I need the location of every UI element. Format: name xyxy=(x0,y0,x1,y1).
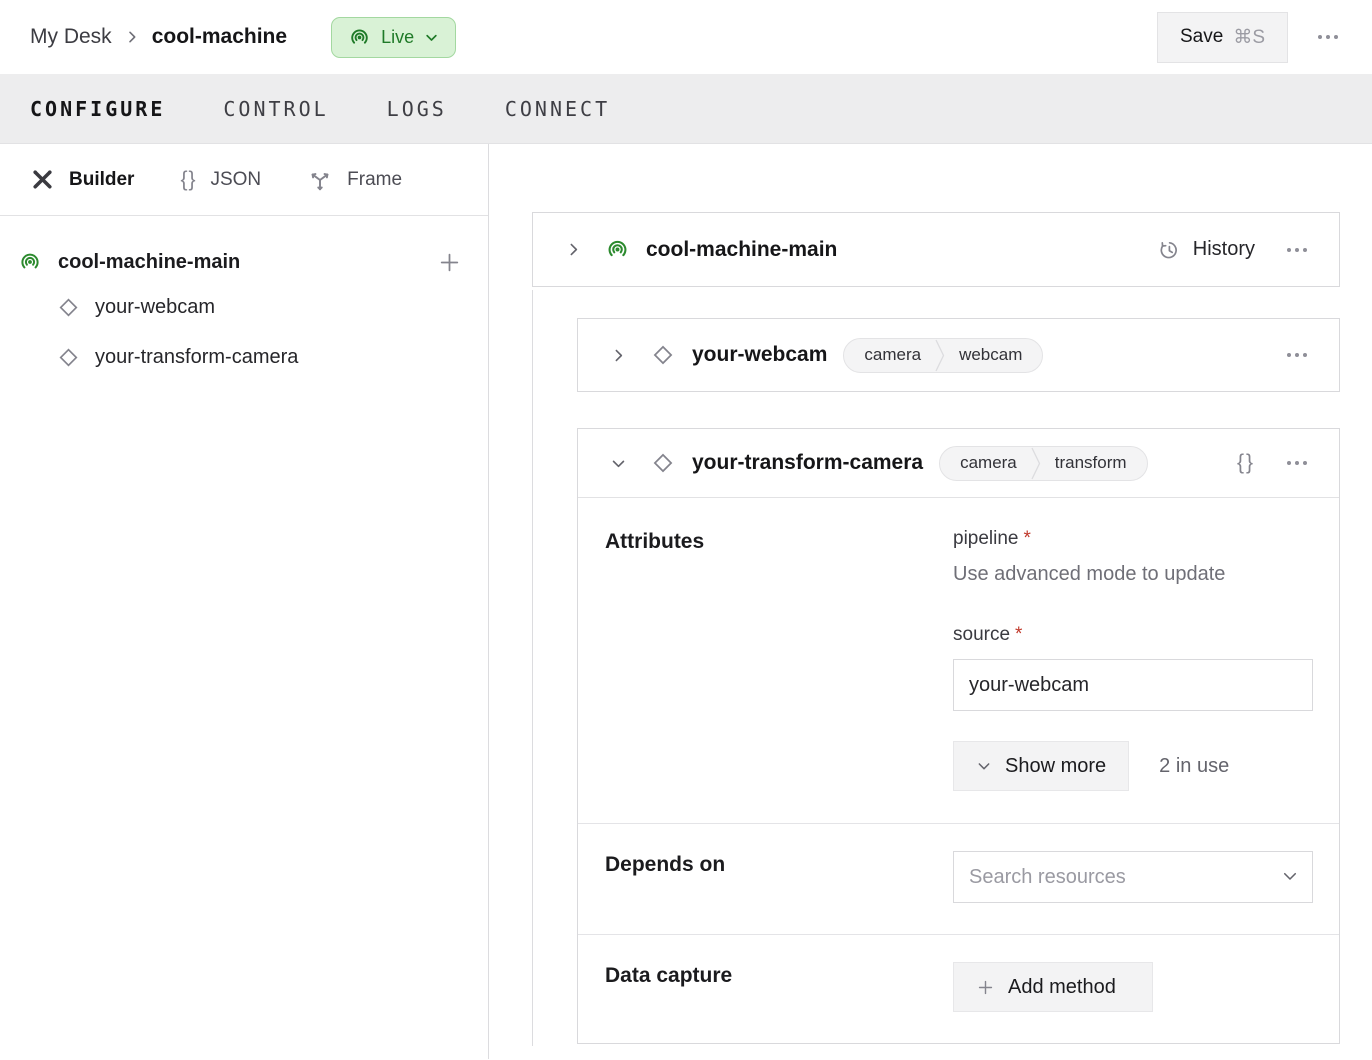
add-method-button[interactable]: Add method xyxy=(953,962,1153,1012)
source-input[interactable] xyxy=(953,659,1313,711)
chevron-down-icon[interactable] xyxy=(606,455,630,472)
tab-control[interactable]: CONTROL xyxy=(223,97,328,121)
badge-model: webcam xyxy=(945,345,1036,365)
live-status-label: Live xyxy=(381,27,414,48)
breadcrumb-separator-icon xyxy=(124,29,140,45)
depends-on-section: Depends on xyxy=(578,823,1339,934)
save-button[interactable]: Save ⌘S xyxy=(1157,12,1288,63)
breadcrumb-current: cool-machine xyxy=(152,25,287,49)
machine-part-icon xyxy=(18,250,42,274)
badge-divider-icon xyxy=(935,339,945,372)
depends-on-select xyxy=(953,851,1313,903)
card-title: your-transform-camera xyxy=(692,451,923,475)
tab-bar: CONFIGURE CONTROL LOGS CONNECT xyxy=(0,74,1372,144)
component-diamond-icon xyxy=(56,295,81,320)
history-button[interactable]: History xyxy=(1157,238,1255,262)
config-panel: cool-machine-main History xyxy=(489,144,1372,1059)
required-asterisk: * xyxy=(1024,528,1031,549)
machine-part-icon xyxy=(605,237,630,262)
tab-configure[interactable]: CONFIGURE xyxy=(30,97,165,121)
top-bar: My Desk cool-machine Live Save ⌘S xyxy=(0,0,1372,74)
resource-tree: cool-machine-main your-webcam your-trans… xyxy=(0,216,488,382)
tree-item-label: your-webcam xyxy=(95,296,215,319)
attributes-fields: pipeline* Use advanced mode to update so… xyxy=(953,528,1313,791)
mode-json[interactable]: {} JSON xyxy=(180,168,261,192)
badge-type: camera xyxy=(946,453,1031,473)
your-webcam-card: your-webcam camera webcam xyxy=(577,318,1340,392)
chevron-down-icon xyxy=(976,758,992,774)
mode-frame[interactable]: Frame xyxy=(307,167,402,193)
add-method-label: Add method xyxy=(1008,976,1116,999)
badge-model: transform xyxy=(1041,453,1141,473)
builder-tools-icon xyxy=(30,167,55,192)
overflow-menu-icon[interactable] xyxy=(1281,242,1313,258)
history-label: History xyxy=(1193,238,1255,261)
source-label: source xyxy=(953,624,1010,645)
view-mode-switcher: Builder {} JSON Frame xyxy=(0,144,488,216)
component-diamond-icon xyxy=(650,342,676,368)
show-more-button[interactable]: Show more xyxy=(953,741,1129,791)
data-capture-section: Data capture Add method xyxy=(578,934,1339,1043)
mode-frame-label: Frame xyxy=(347,169,402,191)
breadcrumb-parent-link[interactable]: My Desk xyxy=(30,25,112,49)
tree-connector-line xyxy=(532,290,533,1046)
save-button-label: Save xyxy=(1180,26,1223,48)
plus-icon xyxy=(976,978,995,997)
sidebar: Builder {} JSON Frame xyxy=(0,144,489,1059)
source-field: source* xyxy=(953,624,1313,711)
mode-builder-label: Builder xyxy=(69,169,134,191)
show-more-row: Show more 2 in use xyxy=(953,741,1313,791)
show-more-label: Show more xyxy=(1005,755,1106,778)
badge-type: camera xyxy=(850,345,935,365)
save-shortcut: ⌘S xyxy=(1233,26,1265,49)
card-title: your-webcam xyxy=(692,343,827,367)
section-label: Depends on xyxy=(605,851,953,903)
live-status-icon xyxy=(348,26,371,49)
mode-builder[interactable]: Builder xyxy=(30,167,134,192)
overflow-menu-icon[interactable] xyxy=(1281,455,1313,471)
machine-part-card: cool-machine-main History xyxy=(532,212,1340,287)
pipeline-label: pipeline xyxy=(953,528,1019,549)
breadcrumb: My Desk cool-machine xyxy=(30,25,287,49)
tab-logs[interactable]: LOGS xyxy=(387,97,447,121)
resource-type-badge: camera transform xyxy=(939,446,1147,481)
frame-axes-icon xyxy=(307,167,333,193)
tree-item-machine-part[interactable]: cool-machine-main xyxy=(0,242,488,282)
chevron-right-icon[interactable] xyxy=(561,241,585,258)
component-diamond-icon xyxy=(56,345,81,370)
content-area: Builder {} JSON Frame xyxy=(0,144,1372,1059)
advanced-json-icon[interactable]: {} xyxy=(1237,451,1255,475)
overflow-menu-icon[interactable] xyxy=(1281,347,1313,363)
section-label: Data capture xyxy=(605,962,953,1012)
pipeline-note: Use advanced mode to update xyxy=(953,563,1313,586)
attributes-section: Attributes pipeline* Use advanced mode t… xyxy=(578,498,1339,823)
json-braces-icon: {} xyxy=(180,168,196,192)
section-label: Attributes xyxy=(605,528,953,791)
tree-item-your-transform-camera[interactable]: your-transform-camera xyxy=(0,332,488,382)
in-use-count: 2 in use xyxy=(1159,755,1229,778)
chevron-right-icon[interactable] xyxy=(606,347,630,364)
resource-type-badge: camera webcam xyxy=(843,338,1043,373)
tab-connect[interactable]: CONNECT xyxy=(505,97,610,121)
live-status-dropdown[interactable]: Live xyxy=(331,17,456,58)
your-transform-camera-card: your-transform-camera camera transform {… xyxy=(577,428,1340,1044)
chevron-down-icon xyxy=(424,30,439,45)
overflow-menu-icon[interactable] xyxy=(1312,29,1344,45)
search-resources-input[interactable] xyxy=(953,851,1313,903)
required-asterisk: * xyxy=(1015,624,1022,645)
component-diamond-icon xyxy=(650,450,676,476)
mode-json-label: JSON xyxy=(210,169,261,191)
card-title: cool-machine-main xyxy=(646,238,837,262)
pipeline-field: pipeline* Use advanced mode to update xyxy=(953,528,1313,586)
add-component-icon[interactable] xyxy=(437,250,462,275)
tree-item-your-webcam[interactable]: your-webcam xyxy=(0,282,488,332)
badge-divider-icon xyxy=(1031,447,1041,480)
tree-item-label: cool-machine-main xyxy=(58,251,240,274)
history-icon xyxy=(1157,238,1181,262)
tree-item-label: your-transform-camera xyxy=(95,346,298,369)
